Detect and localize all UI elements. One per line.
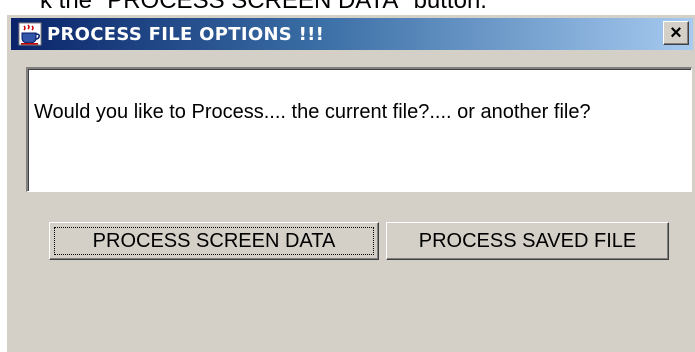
process-screen-data-button[interactable]: PROCESS SCREEN DATA (49, 222, 379, 260)
process-saved-file-label: PROCESS SAVED FILE (418, 229, 637, 252)
window-title: PROCESS FILE OPTIONS !!! (47, 23, 325, 45)
process-saved-file-button[interactable]: PROCESS SAVED FILE (386, 222, 669, 260)
close-button[interactable]: × (663, 21, 689, 45)
message-panel: Would you like to Process.... the curren… (26, 67, 692, 192)
screenshot-stage: k the "PROCESS SCREEN DATA" button. PROC… (0, 0, 695, 352)
instruction-caption: k the "PROCESS SCREEN DATA" button. (40, 0, 487, 14)
close-icon: × (670, 22, 682, 44)
message-text: Would you like to Process.... the curren… (34, 101, 591, 123)
process-screen-data-label: PROCESS SCREEN DATA (92, 229, 336, 252)
process-file-options-dialog: PROCESS FILE OPTIONS !!! × Would you lik… (7, 15, 695, 352)
title-bar[interactable]: PROCESS FILE OPTIONS !!! × (11, 18, 693, 50)
java-coffee-cup-icon (17, 22, 43, 46)
